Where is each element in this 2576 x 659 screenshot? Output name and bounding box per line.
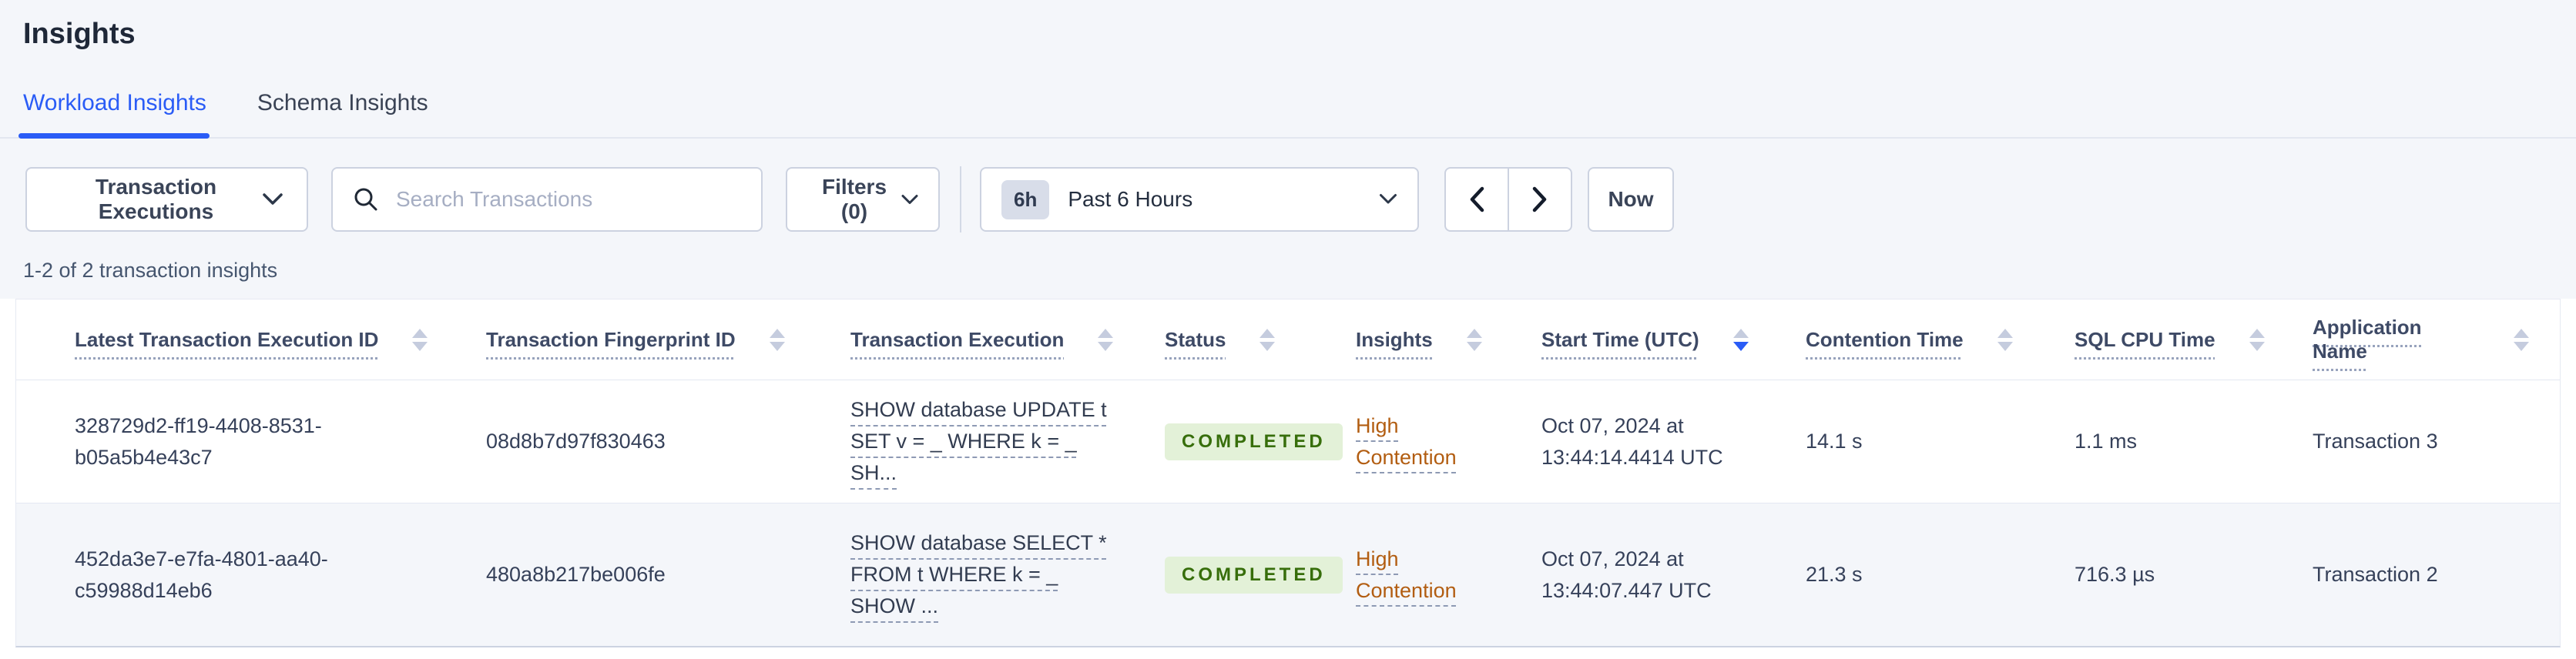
page-header-section: Insights Workload Insights Schema Insigh…: [0, 0, 2576, 299]
status-badge: COMPLETED: [1165, 556, 1343, 594]
tab-label: Workload Insights: [23, 90, 206, 115]
table-row: 452da3e7-e7fa-4801-aa40-c59988d14eb6 480…: [16, 503, 2560, 646]
column-header-status[interactable]: Status: [1165, 328, 1356, 352]
time-range-label: Past 6 Hours: [1068, 187, 1193, 211]
cell-start-time: Oct 07, 2024 at 13:44:14.4414 UTC: [1541, 413, 1723, 469]
filters-button[interactable]: Filters (0): [786, 167, 940, 232]
cell-execution-id: 328729d2-ff19-4408-8531-b05a5b4e43c7: [75, 413, 322, 469]
sort-icon: [2249, 328, 2265, 351]
column-header-contention-time[interactable]: Contention Time: [1806, 328, 2075, 352]
column-header-label: Contention Time: [1806, 327, 1964, 351]
insight-link[interactable]: High Contention: [1356, 414, 1457, 469]
search-input[interactable]: [394, 186, 741, 212]
cell-execution-id: 452da3e7-e7fa-4801-aa40-c59988d14eb6: [75, 547, 328, 602]
execution-type-dropdown-label: Transaction Executions: [95, 175, 217, 223]
cell-fingerprint-id: 08d8b7d97f830463: [486, 430, 666, 453]
toolbar-divider: [960, 166, 961, 232]
sort-icon: [1732, 328, 1749, 351]
sort-icon: [1466, 328, 1482, 351]
tab-schema-insights[interactable]: Schema Insights: [257, 89, 428, 137]
now-button[interactable]: Now: [1588, 167, 1674, 232]
column-header-label: Status: [1165, 327, 1226, 351]
sort-icon: [769, 328, 785, 351]
cell-status: COMPLETED: [1165, 423, 1356, 460]
search-transactions-box: [331, 167, 763, 232]
column-header-insights[interactable]: Insights: [1356, 328, 1541, 352]
insight-link[interactable]: High Contention: [1356, 547, 1457, 602]
cell-insights: High Contention: [1356, 544, 1541, 607]
controls-toolbar: Transaction Executions Filters (0) 6h Pa…: [25, 166, 2576, 232]
column-header-transaction-execution[interactable]: Transaction Execution: [850, 328, 1165, 352]
left-arrow-icon: [1468, 186, 1485, 213]
column-header-label: SQL CPU Time: [2075, 327, 2215, 351]
cell-fingerprint-id: 480a8b217be006fe: [486, 563, 666, 586]
time-nav-group: [1444, 167, 1572, 232]
column-header-label: Start Time (UTC): [1541, 327, 1699, 351]
column-header-label: Transaction Fingerprint ID: [486, 327, 736, 351]
cell-transaction-execution: SHOW database SELECT * FROM t WHERE k = …: [850, 527, 1165, 622]
cell-application-name: Transaction 3: [2313, 430, 2438, 453]
next-time-range-button[interactable]: [1508, 167, 1572, 232]
column-header-transaction-fingerprint-id[interactable]: Transaction Fingerprint ID: [486, 328, 850, 352]
sort-icon: [412, 328, 428, 351]
column-header-label: Latest Transaction Execution ID: [75, 327, 379, 351]
search-icon: [353, 186, 379, 212]
sort-icon: [1997, 328, 2013, 351]
time-range-badge: 6h: [1001, 179, 1050, 219]
right-arrow-icon: [1531, 186, 1548, 213]
execution-type-dropdown[interactable]: Transaction Executions: [25, 167, 308, 232]
chevron-down-icon: [262, 192, 283, 206]
cell-start-time: Oct 07, 2024 at 13:44:07.447 UTC: [1541, 547, 1712, 602]
time-range-picker[interactable]: 6h Past 6 Hours: [980, 167, 1419, 232]
cell-contention-time: 21.3 s: [1806, 563, 1863, 586]
sort-icon: [1259, 328, 1276, 351]
transaction-execution-link[interactable]: SHOW database UPDATE t SET v = _ WHERE k…: [850, 398, 1107, 484]
column-header-label: Insights: [1356, 327, 1433, 351]
table-row: 328729d2-ff19-4408-8531-b05a5b4e43c7 08d…: [16, 380, 2560, 503]
table-header-row: Latest Transaction Execution ID Transact…: [16, 299, 2560, 380]
cell-status: COMPLETED: [1165, 556, 1356, 594]
cell-transaction-execution: SHOW database UPDATE t SET v = _ WHERE k…: [850, 394, 1165, 489]
transaction-execution-link[interactable]: SHOW database SELECT * FROM t WHERE k = …: [850, 531, 1107, 617]
page-title: Insights: [23, 18, 136, 50]
chevron-down-icon: [1379, 193, 1397, 206]
column-header-latest-transaction-execution-id[interactable]: Latest Transaction Execution ID: [75, 328, 486, 352]
previous-time-range-button[interactable]: [1444, 167, 1509, 232]
tab-workload-insights[interactable]: Workload Insights: [18, 89, 210, 139]
column-header-label: Transaction Execution: [850, 327, 1065, 351]
column-header-start-time-utc[interactable]: Start Time (UTC): [1541, 328, 1806, 352]
cell-contention-time: 14.1 s: [1806, 430, 1863, 453]
insights-table: Latest Transaction Execution ID Transact…: [15, 299, 2561, 647]
cell-sql-cpu-time: 716.3 µs: [2075, 563, 2155, 586]
status-badge: COMPLETED: [1165, 423, 1343, 460]
tab-bar: Workload Insights Schema Insights: [0, 89, 2576, 139]
chevron-down-icon: [901, 194, 918, 206]
results-count: 1-2 of 2 transaction insights: [23, 259, 278, 282]
cell-sql-cpu-time: 1.1 ms: [2075, 430, 2138, 453]
cell-application-name: Transaction 2: [2313, 563, 2438, 586]
cell-insights: High Contention: [1356, 410, 1541, 473]
now-button-label: Now: [1608, 187, 1654, 211]
tab-label: Schema Insights: [257, 90, 428, 115]
sort-icon: [1098, 328, 1114, 351]
column-header-application-name[interactable]: Application Name: [2313, 316, 2560, 363]
sort-icon: [2514, 328, 2529, 351]
column-header-sql-cpu-time[interactable]: SQL CPU Time: [2075, 328, 2313, 352]
filters-button-label: Filters (0): [821, 175, 887, 223]
column-header-label: Application Name: [2313, 316, 2422, 363]
